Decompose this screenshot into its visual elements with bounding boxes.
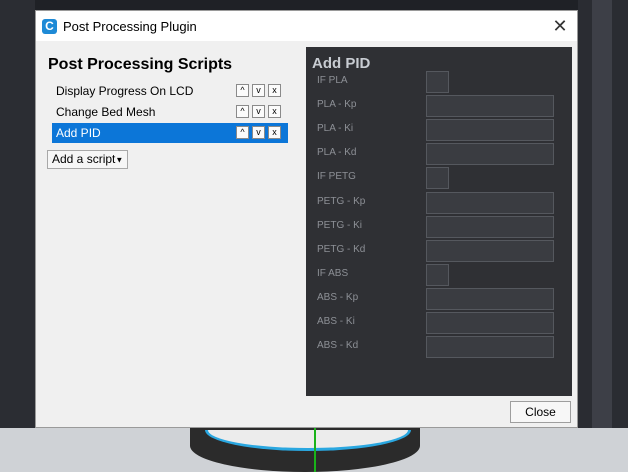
post-processing-dialog: C Post Processing Plugin ✕ Post Processi… <box>35 10 578 428</box>
script-label: Add PID <box>56 126 101 140</box>
setting-input[interactable] <box>426 312 554 334</box>
add-script-button[interactable]: Add a script▼ <box>47 150 129 169</box>
setting-label: IF PLA <box>317 75 348 86</box>
remove-icon[interactable]: x <box>268 126 281 139</box>
setting-label: PETG - Kp <box>317 195 366 207</box>
setting-input[interactable] <box>426 95 554 118</box>
add-script-label: Add a script <box>52 152 116 166</box>
setting-checkbox[interactable] <box>426 167 449 190</box>
setting-input[interactable] <box>426 143 554 166</box>
setting-label: PETG - Kd <box>317 243 366 255</box>
viewport-right <box>578 0 628 472</box>
cura-logo-icon: C <box>42 19 57 34</box>
remove-icon[interactable]: x <box>268 84 281 97</box>
script-item-display-progress[interactable]: Display Progress On LCD ^ v x <box>52 81 288 101</box>
setting-checkbox[interactable] <box>426 71 449 93</box>
move-down-icon[interactable]: v <box>252 84 265 97</box>
remove-icon[interactable]: x <box>268 105 281 118</box>
chevron-down-icon: ▼ <box>115 155 124 165</box>
setting-input[interactable] <box>426 191 554 214</box>
setting-input[interactable] <box>426 336 554 359</box>
move-down-icon[interactable]: v <box>252 105 265 118</box>
title-bar: C Post Processing Plugin ✕ <box>36 11 577 41</box>
script-label: Display Progress On LCD <box>56 84 194 98</box>
viewport-top <box>0 0 628 10</box>
script-label: Change Bed Mesh <box>56 105 156 119</box>
setting-input[interactable] <box>426 239 554 262</box>
script-item-change-bed-mesh[interactable]: Change Bed Mesh ^ v x <box>52 102 288 122</box>
setting-label: PLA - Ki <box>317 123 354 135</box>
move-up-icon[interactable]: ^ <box>236 126 249 139</box>
setting-label: ABS - Kp <box>317 291 359 303</box>
setting-label: IF ABS <box>317 267 349 279</box>
setting-checkbox[interactable] <box>426 263 449 286</box>
setting-input[interactable] <box>426 215 554 238</box>
scripts-heading: Post Processing Scripts <box>48 56 233 73</box>
setting-label: PLA - Kd <box>317 147 357 159</box>
script-item-add-pid[interactable]: Add PID ^ v x <box>52 123 288 143</box>
script-settings-panel: Add PID IF PLA PLA - Kp PLA - Ki PLA - Kd IF… <box>306 47 572 396</box>
settings-title: Add PID <box>312 55 371 72</box>
setting-input[interactable] <box>426 119 554 142</box>
move-down-icon[interactable]: v <box>252 126 265 139</box>
setting-label: ABS - Kd <box>317 340 359 352</box>
close-icon[interactable]: ✕ <box>549 15 571 37</box>
setting-label: PETG - Ki <box>317 219 363 231</box>
setting-label: ABS - Ki <box>317 316 355 327</box>
move-up-icon[interactable]: ^ <box>236 84 249 97</box>
setting-label: IF PETG <box>317 171 356 183</box>
setting-input[interactable] <box>426 287 554 310</box>
close-button[interactable]: Close <box>510 401 571 423</box>
viewport-build-plate <box>0 428 628 472</box>
setting-label: PLA - Kp <box>317 99 357 111</box>
move-up-icon[interactable]: ^ <box>236 105 249 118</box>
window-title: Post Processing Plugin <box>63 19 197 34</box>
viewport-left <box>0 0 35 472</box>
